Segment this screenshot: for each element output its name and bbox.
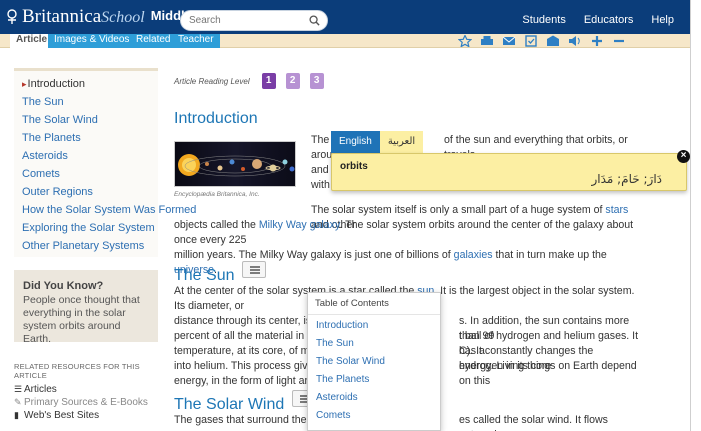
brand-school: School bbox=[101, 9, 145, 26]
sidebar-item-the-sun[interactable]: The Sun bbox=[14, 95, 158, 113]
reading-level-2[interactable]: 2 bbox=[285, 73, 300, 89]
reading-level-selector: Article Reading Level 1 2 3 bbox=[174, 73, 334, 89]
link-stars[interactable]: stars bbox=[605, 204, 628, 216]
tab-images-videos[interactable]: Images & Videos bbox=[48, 34, 136, 48]
arabic-translation: دَارَ; حَامَ; مَدَار bbox=[591, 172, 662, 186]
tab-related[interactable]: Related bbox=[130, 34, 177, 48]
toc-popup-item-the-sun[interactable]: The Sun bbox=[308, 337, 440, 355]
nav-students[interactable]: Students bbox=[522, 14, 565, 26]
close-icon[interactable]: × bbox=[677, 150, 690, 163]
sidebar-item-introduction[interactable]: Introduction bbox=[14, 77, 158, 95]
article-toolbar bbox=[458, 35, 626, 47]
related-web-sites-link[interactable]: ▮ Web's Best Sites bbox=[14, 410, 164, 423]
list-icon: ☰ bbox=[14, 384, 23, 394]
email-icon[interactable] bbox=[502, 35, 516, 47]
cite-icon[interactable] bbox=[524, 35, 538, 47]
toc-popup-item-planets[interactable]: The Planets bbox=[308, 373, 440, 391]
share-icon[interactable] bbox=[546, 35, 560, 47]
article-tab-strip: Article Images & Videos Related Teacher bbox=[0, 34, 690, 48]
top-navigation: Students Educators Help bbox=[522, 14, 674, 26]
heading-the-sun: The Sun bbox=[174, 261, 267, 285]
reading-level-1[interactable]: 1 bbox=[261, 73, 276, 89]
zoom-out-icon[interactable] bbox=[612, 35, 626, 47]
bookmark-icon: ▮ bbox=[14, 410, 19, 420]
sidebar-item-planets[interactable]: The Planets bbox=[14, 131, 158, 149]
related-articles-link[interactable]: ☰ Articles bbox=[14, 384, 164, 397]
toc-popup-item-comets[interactable]: Comets bbox=[308, 409, 440, 427]
reading-level-label: Article Reading Level bbox=[174, 76, 250, 86]
sidebar-table-of-contents: Introduction The Sun The Solar Wind The … bbox=[14, 68, 196, 257]
star-icon[interactable] bbox=[458, 35, 472, 47]
search-input[interactable] bbox=[189, 11, 309, 30]
sidebar-item-outer-regions[interactable]: Outer Regions bbox=[14, 185, 158, 203]
zoom-in-icon[interactable] bbox=[590, 35, 604, 47]
toc-popup-item-solar-wind[interactable]: The Solar Wind bbox=[308, 355, 440, 373]
sidebar-item-solar-wind[interactable]: The Solar Wind bbox=[14, 113, 158, 131]
tab-arabic[interactable]: العربية bbox=[379, 131, 424, 153]
tab-article[interactable]: Article bbox=[10, 34, 54, 48]
site-header: BritannicaSchoolMiddle Students Educator… bbox=[0, 0, 690, 34]
toc-popup-item-asteroids[interactable]: Asteroids bbox=[308, 391, 440, 409]
link-galaxies[interactable]: galaxies bbox=[454, 249, 493, 261]
language-tabs: English العربية bbox=[331, 131, 424, 153]
list-icon bbox=[250, 266, 261, 274]
reading-level-3[interactable]: 3 bbox=[309, 73, 324, 89]
image-caption: Encyclopædia Britannica, Inc. bbox=[174, 191, 260, 198]
nav-help[interactable]: Help bbox=[651, 14, 674, 26]
table-of-contents-popup: Table of Contents Introduction The Sun T… bbox=[307, 292, 441, 431]
toc-button-sun[interactable] bbox=[242, 261, 267, 278]
edit-icon: ✎ bbox=[14, 397, 22, 407]
toc-popup-title: Table of Contents bbox=[308, 293, 440, 315]
solar-system-image[interactable] bbox=[174, 141, 296, 187]
search-box[interactable] bbox=[180, 10, 328, 31]
nav-educators[interactable]: Educators bbox=[584, 14, 634, 26]
sidebar-item-other-systems[interactable]: Other Planetary Systems bbox=[14, 239, 158, 257]
link-milky-way[interactable]: Milky Way galaxy bbox=[259, 219, 340, 231]
toc-popup-item-introduction[interactable]: Introduction bbox=[308, 319, 440, 337]
sidebar-item-asteroids[interactable]: Asteroids bbox=[14, 149, 158, 167]
related-heading: RELATED RESOURCES FOR THIS ARTICLE bbox=[14, 362, 140, 380]
brand-name: Britannica bbox=[22, 6, 102, 27]
left-sidebar: Introduction The Sun The Solar Wind The … bbox=[14, 68, 196, 421]
toc-popup-list: Introduction The Sun The Solar Wind The … bbox=[308, 315, 440, 427]
britannica-logo[interactable]: BritannicaSchool Middle bbox=[4, 6, 192, 28]
sidebar-item-exploring[interactable]: Exploring the Solar System bbox=[14, 221, 158, 239]
page-right-border bbox=[690, 0, 691, 431]
search-icon[interactable] bbox=[309, 15, 320, 26]
sidebar-item-comets[interactable]: Comets bbox=[14, 167, 158, 185]
did-you-know-box: Did You Know? People once thought that e… bbox=[14, 270, 158, 345]
translated-word: orbits bbox=[340, 161, 368, 172]
thistle-icon bbox=[7, 9, 17, 24]
tab-english[interactable]: English bbox=[331, 131, 380, 153]
related-resources: RELATED RESOURCES FOR THIS ARTICLE ☰ Arti… bbox=[14, 362, 164, 423]
solar-system-illustration bbox=[178, 154, 295, 177]
did-you-know-text: People once thought that everything in t… bbox=[23, 294, 140, 345]
audio-icon[interactable] bbox=[568, 35, 582, 47]
translation-popup: orbits دَارَ; حَامَ; مَدَار bbox=[331, 153, 687, 191]
did-you-know-title: Did You Know? bbox=[23, 280, 104, 292]
print-icon[interactable] bbox=[480, 35, 494, 47]
heading-solar-wind: The Solar Wind bbox=[174, 390, 317, 414]
heading-introduction: Introduction bbox=[174, 110, 258, 127]
related-primary-sources-link[interactable]: ✎ Primary Sources & E-Books bbox=[14, 397, 164, 410]
tab-teacher[interactable]: Teacher bbox=[172, 34, 220, 48]
sidebar-item-formation[interactable]: How the Solar System Was Formed bbox=[14, 203, 196, 221]
